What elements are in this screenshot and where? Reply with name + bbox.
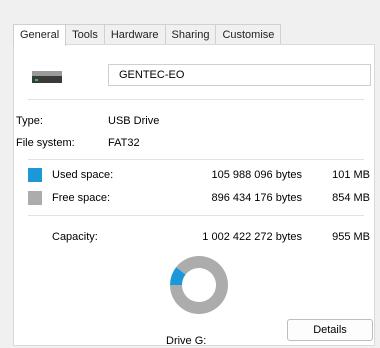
capacity-size: 955 MB — [332, 231, 370, 243]
tab-general[interactable]: General — [13, 24, 67, 46]
tab-sharing[interactable]: Sharing — [164, 24, 217, 45]
tab-strip: General Tools Hardware Sharing Customise — [13, 24, 282, 46]
type-label: Type: — [16, 115, 43, 127]
capacity-label: Capacity: — [52, 231, 98, 243]
details-button[interactable]: Details — [287, 319, 373, 341]
free-space-label: Free space: — [52, 192, 111, 204]
used-space-size: 101 MB — [332, 169, 370, 181]
drive-name-input[interactable] — [108, 64, 371, 86]
general-panel: Type: USB Drive File system: FAT32 Used … — [13, 44, 375, 347]
tab-hardware[interactable]: Hardware — [103, 24, 166, 45]
type-value: USB Drive — [108, 115, 160, 127]
free-space-bytes: 896 434 176 bytes — [211, 192, 302, 204]
capacity-bytes: 1 002 422 272 bytes — [202, 231, 302, 243]
tab-tools[interactable]: Tools — [65, 24, 105, 45]
drive-icon — [32, 71, 62, 83]
free-space-swatch — [28, 191, 42, 205]
usage-donut-chart — [170, 256, 228, 314]
drive-letter-label: Drive G: — [166, 335, 207, 347]
filesystem-label: File system: — [16, 137, 75, 149]
used-space-bytes: 105 988 096 bytes — [211, 169, 302, 181]
free-space-size: 854 MB — [332, 192, 370, 204]
used-space-swatch — [28, 168, 42, 182]
divider — [28, 99, 364, 100]
divider — [28, 215, 364, 216]
free-space-slice — [170, 256, 228, 314]
used-space-label: Used space: — [52, 169, 114, 181]
divider — [28, 159, 364, 160]
filesystem-value: FAT32 — [108, 137, 140, 149]
tab-customise[interactable]: Customise — [215, 24, 282, 45]
